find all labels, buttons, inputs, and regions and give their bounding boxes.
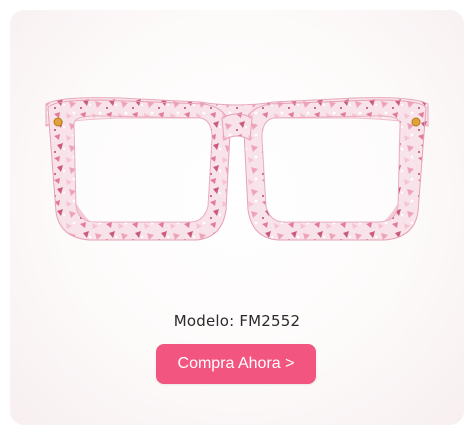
- eyeglasses-image: [45, 97, 429, 241]
- right-lens: [262, 116, 400, 222]
- left-hinge-rivet: [53, 117, 63, 127]
- left-lens: [74, 116, 212, 222]
- buy-now-button[interactable]: Compra Ahora >: [156, 344, 316, 384]
- bridge: [221, 113, 253, 141]
- right-hinge-rivet: [411, 117, 421, 127]
- model-label: Modelo: FM2552: [173, 312, 301, 330]
- product-image[interactable]: [0, 0, 474, 300]
